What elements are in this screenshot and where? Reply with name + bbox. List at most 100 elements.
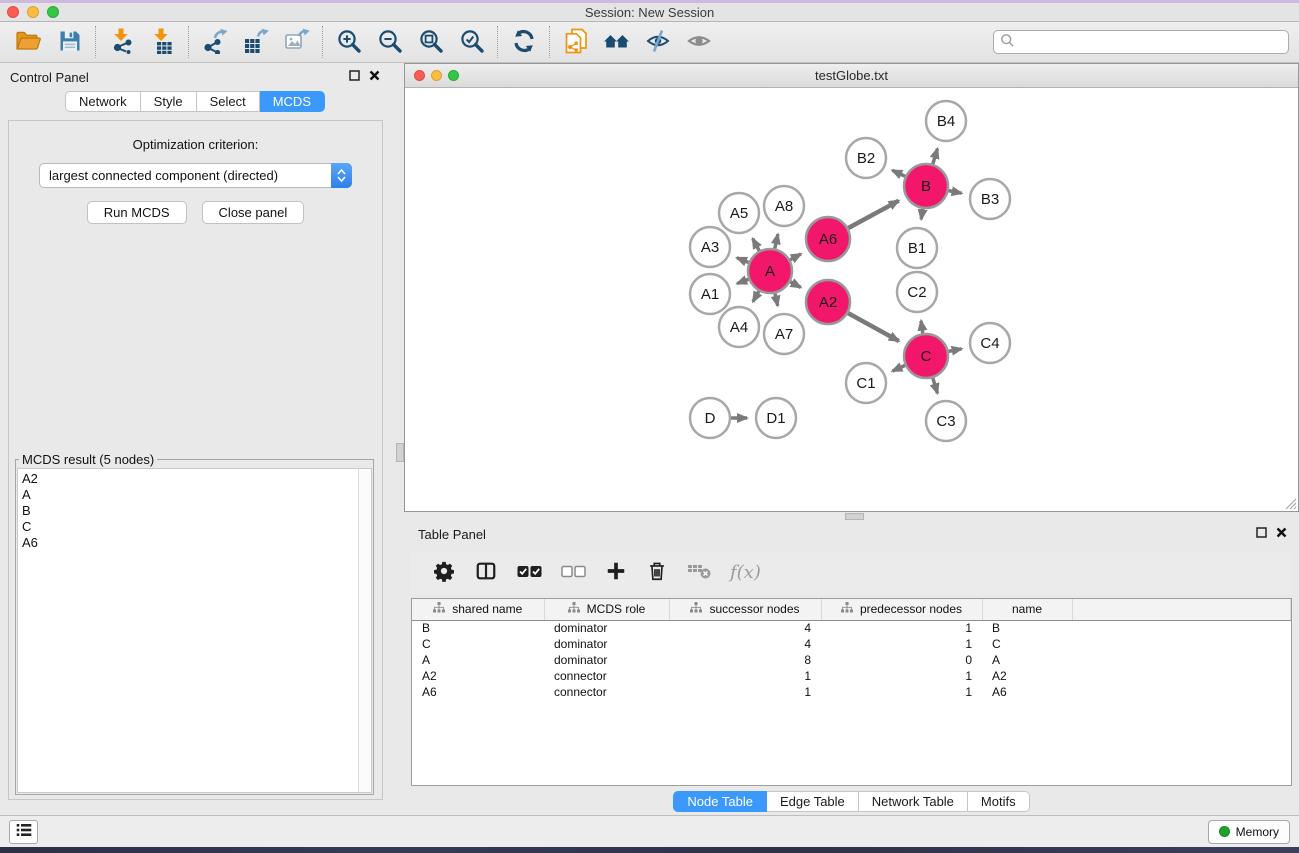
graph-node-D1[interactable]: D1 <box>756 398 796 438</box>
table-row[interactable]: A2connector11A2 <box>412 668 1291 684</box>
cell-name[interactable]: C <box>982 636 1072 652</box>
tab-style[interactable]: Style <box>141 91 197 112</box>
close-panel-button[interactable]: Close panel <box>202 201 305 224</box>
graph-node-A6[interactable]: A6 <box>806 217 850 261</box>
graph-node-C3[interactable]: C3 <box>926 401 966 441</box>
edge-B-B2[interactable] <box>892 170 905 176</box>
splitter-handle-vertical[interactable] <box>396 443 404 462</box>
edge-A6-B[interactable] <box>848 201 899 228</box>
memory-button[interactable]: Memory <box>1208 820 1290 844</box>
tab-motifs[interactable]: Motifs <box>968 791 1030 812</box>
optimization-criterion-select[interactable]: largest connected component (directed) <box>39 163 352 188</box>
cell-predecessor-nodes[interactable]: 1 <box>821 668 982 684</box>
export-image-button[interactable] <box>276 25 317 59</box>
edge-B-B4[interactable] <box>933 149 938 164</box>
close-panel-icon[interactable] <box>369 68 380 86</box>
mcds-result-item[interactable]: A <box>22 487 358 503</box>
show-graphics-button[interactable] <box>678 25 719 59</box>
cell-mcds-role[interactable]: dominator <box>544 652 669 668</box>
cell-predecessor-nodes[interactable]: 1 <box>821 684 982 700</box>
edge-B-B3[interactable] <box>949 191 962 194</box>
zoom-in-button[interactable] <box>328 25 369 59</box>
function-builder-button[interactable]: f(x) <box>730 562 761 583</box>
import-table-button[interactable] <box>142 25 183 59</box>
mcds-result-item[interactable]: A6 <box>22 535 358 551</box>
edge-A-A6[interactable] <box>790 254 801 260</box>
mcds-result-item[interactable]: C <box>22 519 358 535</box>
tab-network[interactable]: Network <box>65 91 141 112</box>
resize-grip[interactable] <box>1284 497 1297 510</box>
edge-C-C1[interactable] <box>892 365 905 371</box>
edge-A-A3[interactable] <box>737 258 749 263</box>
graph-node-B2[interactable]: B2 <box>846 138 886 178</box>
column-header-predecessor-nodes[interactable]: predecessor nodes <box>821 599 982 620</box>
clone-network-button[interactable] <box>555 25 596 59</box>
graph-node-C1[interactable]: C1 <box>846 363 886 403</box>
cell-shared-name[interactable]: C <box>412 636 544 652</box>
open-session-button[interactable] <box>8 25 49 59</box>
delete-column-button[interactable] <box>646 560 668 585</box>
close-table-panel-icon[interactable] <box>1276 525 1287 543</box>
cell-mcds-role[interactable]: connector <box>544 668 669 684</box>
tab-node-table[interactable]: Node Table <box>673 791 767 812</box>
select-all-button[interactable] <box>517 562 542 583</box>
graph-node-B3[interactable]: B3 <box>970 179 1010 219</box>
zoom-fit-button[interactable] <box>410 25 451 59</box>
graph-node-A7[interactable]: A7 <box>764 314 804 354</box>
column-header-mcds-role[interactable]: MCDS role <box>544 599 669 620</box>
cell-successor-nodes[interactable]: 4 <box>669 620 821 636</box>
edge-A-A5[interactable] <box>753 239 760 251</box>
add-column-button[interactable] <box>605 560 627 585</box>
graph-node-A5[interactable]: A5 <box>719 193 759 233</box>
float-table-panel-icon[interactable] <box>1256 525 1267 543</box>
zoom-out-button[interactable] <box>369 25 410 59</box>
edge-A-A2[interactable] <box>790 282 800 288</box>
cell-shared-name[interactable]: B <box>412 620 544 636</box>
graph-node-A3[interactable]: A3 <box>690 227 730 267</box>
tab-select[interactable]: Select <box>197 91 260 112</box>
export-network-button[interactable] <box>194 25 235 59</box>
home-button[interactable] <box>596 25 637 59</box>
graph-node-B4[interactable]: B4 <box>926 101 966 141</box>
mcds-result-scrollbar[interactable] <box>358 469 371 792</box>
task-history-button[interactable] <box>9 820 38 844</box>
cell-name[interactable]: A6 <box>982 684 1072 700</box>
cell-successor-nodes[interactable]: 1 <box>669 668 821 684</box>
cell-name[interactable]: A <box>982 652 1072 668</box>
cell-predecessor-nodes[interactable]: 0 <box>821 652 982 668</box>
column-visibility-button[interactable] <box>474 560 498 585</box>
graph-node-C2[interactable]: C2 <box>897 272 937 312</box>
graph-node-A4[interactable]: A4 <box>719 307 759 347</box>
cell-mcds-role[interactable]: dominator <box>544 636 669 652</box>
cell-name[interactable]: B <box>982 620 1072 636</box>
mcds-result-item[interactable]: B <box>22 503 358 519</box>
delete-table-button[interactable] <box>687 562 711 583</box>
graph-node-D[interactable]: D <box>690 398 730 438</box>
cell-predecessor-nodes[interactable]: 1 <box>821 636 982 652</box>
tab-mcds[interactable]: MCDS <box>260 91 325 112</box>
graph-node-A2[interactable]: A2 <box>806 280 850 324</box>
graph-node-A1[interactable]: A1 <box>690 274 730 314</box>
edge-A-A4[interactable] <box>753 291 759 302</box>
cell-shared-name[interactable]: A6 <box>412 684 544 700</box>
edge-C-C3[interactable] <box>933 378 938 393</box>
edge-A2-C[interactable] <box>848 313 899 341</box>
mcds-result-item[interactable]: A2 <box>22 471 358 487</box>
table-row[interactable]: Bdominator41B <box>412 620 1291 636</box>
graph-node-B[interactable]: B <box>904 164 948 208</box>
edge-A-A8[interactable] <box>775 234 778 248</box>
table-row[interactable]: Adominator80A <box>412 652 1291 668</box>
run-mcds-button[interactable]: Run MCDS <box>87 201 187 224</box>
cell-successor-nodes[interactable]: 4 <box>669 636 821 652</box>
edge-C-C4[interactable] <box>949 349 962 352</box>
import-network-button[interactable] <box>101 25 142 59</box>
zoom-selected-button[interactable] <box>451 25 492 59</box>
search-input[interactable] <box>1018 35 1282 49</box>
hide-graphics-button[interactable] <box>637 25 678 59</box>
export-table-button[interactable] <box>235 25 276 59</box>
cell-shared-name[interactable]: A2 <box>412 668 544 684</box>
column-header-shared-name[interactable]: shared name <box>412 599 544 620</box>
tab-network-table[interactable]: Network Table <box>859 791 968 812</box>
graph-node-C4[interactable]: C4 <box>970 323 1010 363</box>
network-canvas[interactable]: B4B2BB3B1A5A8A6A3AA1A4A7A2C2CC4C1C3DD1 <box>405 88 1298 511</box>
